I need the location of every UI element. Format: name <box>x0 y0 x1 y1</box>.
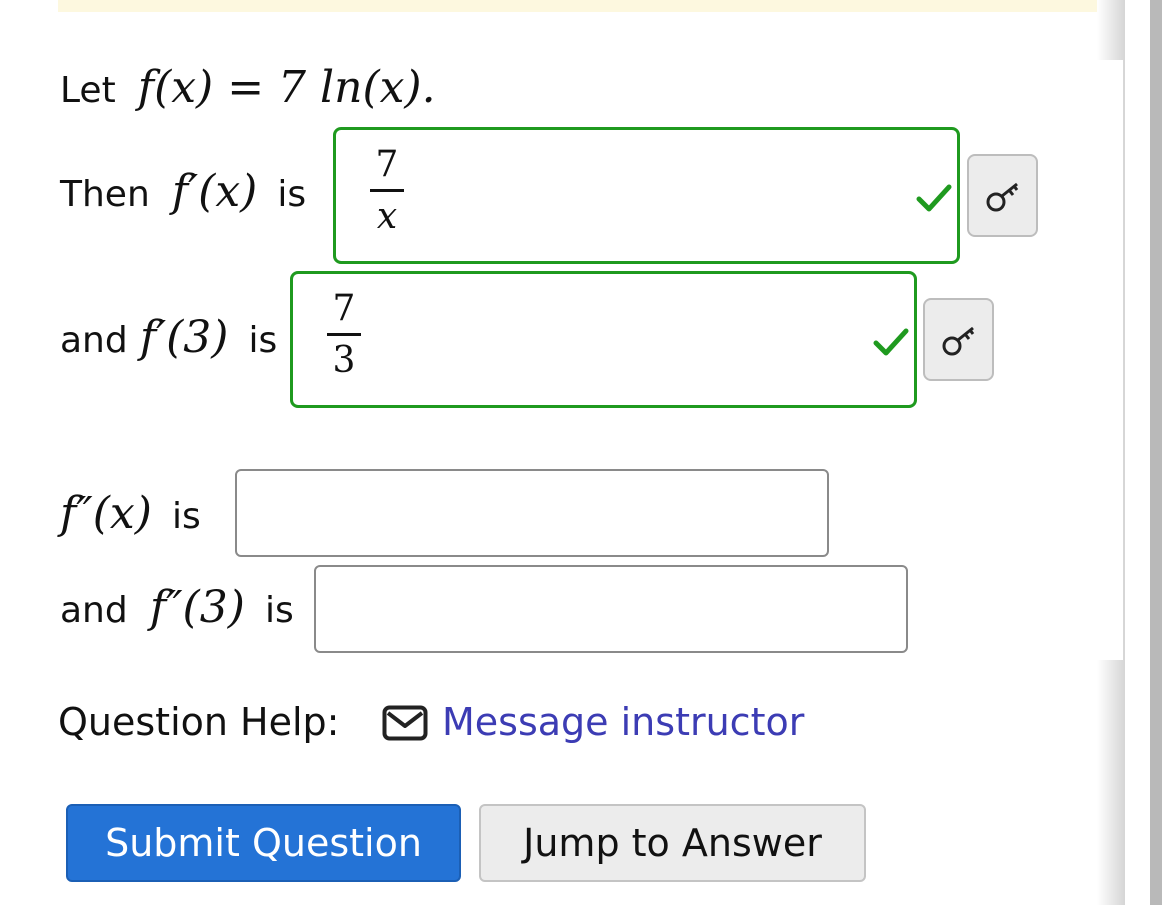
problem-statement: Let f(x) = 7 ln(x). <box>60 66 436 110</box>
jump-to-answer-button[interactable]: Jump to Answer <box>479 804 866 882</box>
numerator: 7 <box>375 144 399 185</box>
f-double-prime-x-expr: f″(x) <box>60 488 152 539</box>
and-label: and <box>60 320 128 361</box>
f-double-prime-3-expr: f″(3) <box>149 582 245 633</box>
key-icon <box>986 182 1018 211</box>
is-label: is <box>171 496 201 537</box>
is-label: is <box>277 174 307 215</box>
f-double-prime-x-input[interactable] <box>235 469 829 557</box>
let-label: Let <box>60 70 116 111</box>
fraction-7-over-x: 7 x <box>370 144 404 237</box>
question-help-label: Question Help: <box>58 700 340 744</box>
show-answer-key-button[interactable] <box>967 154 1038 237</box>
show-answer-key-button[interactable] <box>923 298 994 381</box>
message-instructor-link[interactable]: Message instructor <box>442 700 804 744</box>
submit-question-button[interactable]: Submit Question <box>66 804 461 882</box>
f-double-prime-3-input[interactable] <box>314 565 908 653</box>
f-prime-3-expr: f′(3) <box>139 312 229 363</box>
correct-check-icon <box>916 184 952 212</box>
is-label: is <box>264 590 294 631</box>
fraction-7-over-3: 7 3 <box>327 288 361 381</box>
fraction-bar <box>370 189 404 192</box>
derivative-at-3-row: and f′(3) is <box>60 316 277 360</box>
then-label: Then <box>60 174 150 215</box>
f-prime-x-answer-field[interactable]: 7 x <box>333 127 960 264</box>
derivative-question-row: Then f′(x) is <box>60 170 306 214</box>
function-definition: f(x) = 7 ln(x). <box>137 62 436 113</box>
second-derivative-row: f″(x) is <box>60 492 201 536</box>
scrollbar-gap <box>1097 60 1123 660</box>
is-label: is <box>248 320 278 361</box>
and-label: and <box>60 590 128 631</box>
envelope-icon[interactable] <box>382 705 428 741</box>
correct-check-icon <box>873 328 909 356</box>
fraction-bar <box>327 333 361 336</box>
denominator: 3 <box>332 340 356 381</box>
second-derivative-at-3-row: and f″(3) is <box>60 586 294 630</box>
scrollbar-edge <box>1150 0 1162 905</box>
f-prime-3-answer-field[interactable]: 7 3 <box>290 271 917 408</box>
numerator: 7 <box>332 288 356 329</box>
f-prime-x-expr: f′(x) <box>171 166 258 217</box>
key-icon <box>942 326 974 355</box>
question-banner <box>58 0 1113 12</box>
denominator: x <box>376 196 398 237</box>
